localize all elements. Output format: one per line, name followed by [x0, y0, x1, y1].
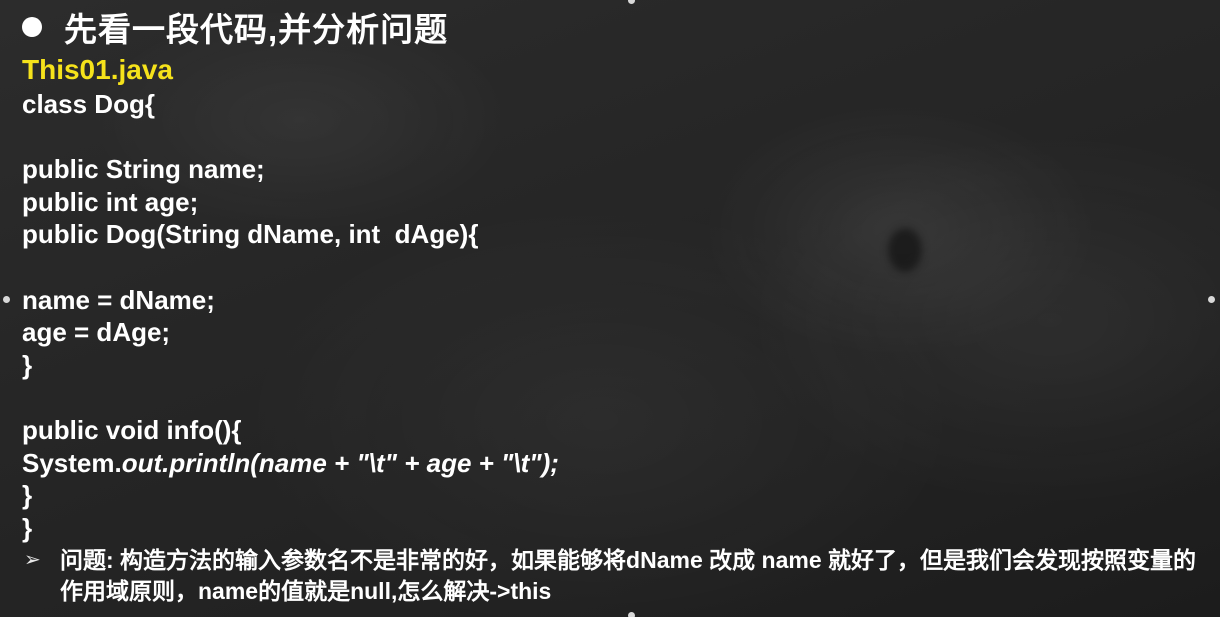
- code-line: public int age;: [22, 186, 199, 217]
- code-line-println: System.out.println(name + "\t" + age + "…: [22, 447, 559, 478]
- code-block: class Dog{ public String name; public in…: [22, 88, 559, 544]
- code-line: }: [22, 512, 33, 543]
- code-line: }: [22, 349, 33, 380]
- bullet-icon: [22, 17, 42, 37]
- code-line: public void info(){: [22, 414, 242, 445]
- frame-handle-top: [628, 0, 635, 4]
- code-line: public String name;: [22, 154, 265, 185]
- arrow-bullet-icon: ➢: [24, 549, 41, 571]
- question-note: ➢ 问题: 构造方法的输入参数名不是非常的好，如果能够将dName 改成 nam…: [24, 545, 1210, 607]
- code-line: age = dAge;: [22, 317, 171, 348]
- code-filename: This01.java: [22, 54, 173, 85]
- slide-title: 先看一段代码,并分析问题: [64, 11, 449, 48]
- chalkboard-smudge: [888, 228, 922, 272]
- frame-handle-right: [1208, 296, 1215, 303]
- slide-title-row: 先看一段代码,并分析问题: [22, 4, 448, 50]
- code-line: public Dog(String dName, int dAge){: [22, 219, 479, 250]
- frame-handle-left: [3, 296, 10, 303]
- frame-handle-bottom: [628, 612, 635, 617]
- code-line: }: [22, 480, 33, 511]
- code-line: class Dog{: [22, 89, 155, 119]
- code-line: name = dName;: [22, 284, 215, 315]
- question-text: 问题: 构造方法的输入参数名不是非常的好，如果能够将dName 改成 name …: [60, 547, 1196, 604]
